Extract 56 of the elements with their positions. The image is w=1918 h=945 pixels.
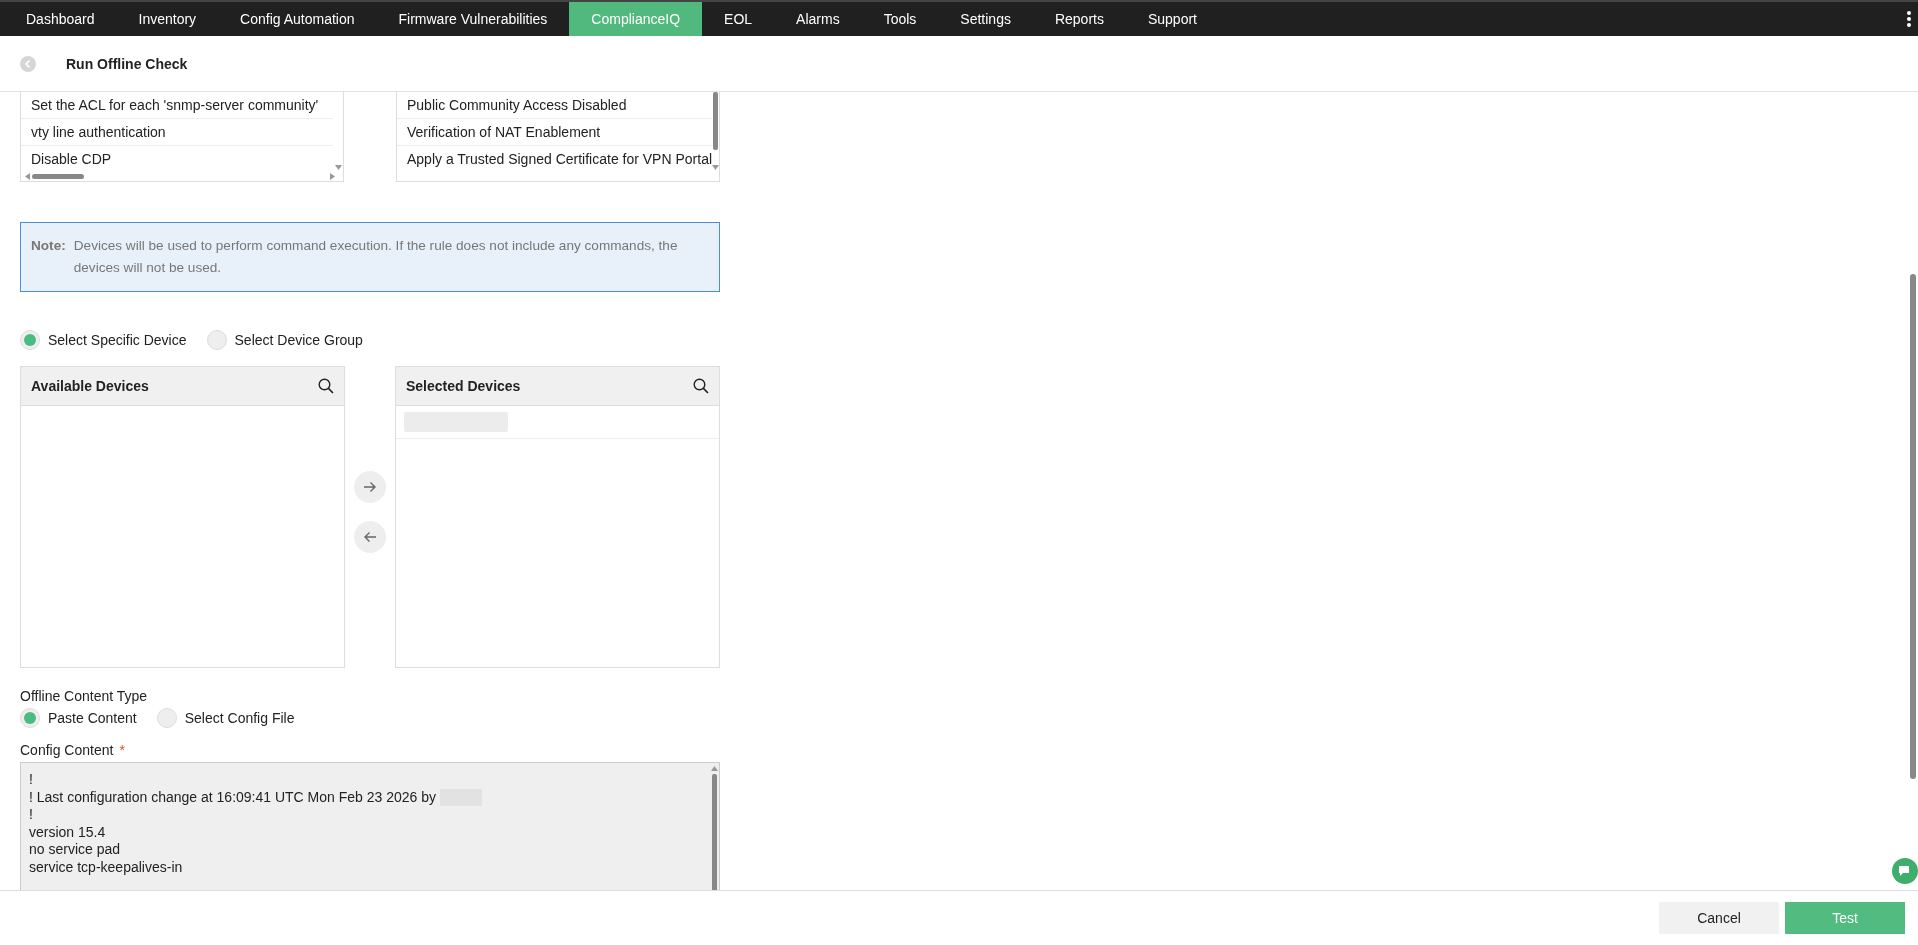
nav-tab[interactable]: Support [1125, 2, 1219, 36]
nav-tab[interactable]: EOL [702, 2, 775, 36]
required-asterisk: * [119, 742, 125, 758]
back-button[interactable] [20, 55, 36, 72]
move-right-button[interactable] [354, 471, 386, 503]
rule-list-item[interactable]: Verification of NAT Enablement [397, 119, 713, 146]
nav-tab[interactable]: Config Automation [218, 2, 377, 36]
config-line: service tcp-keepalives-in [29, 858, 183, 876]
scroll-right-icon [330, 173, 335, 180]
nav-tab[interactable]: Inventory [116, 2, 219, 36]
nav-tab[interactable]: Alarms [774, 2, 862, 36]
rule-list-item[interactable]: Apply a Trusted Signed Certificate for VPN Portal [397, 146, 713, 172]
config-text-area[interactable]: ! ! Last configuration change at 16:09:41 UTC Mon Feb 23 2026 by ! version 15.4 no service pad service tcp-keepalives-in [20, 762, 720, 890]
config-line: ! [29, 806, 33, 824]
scroll-down-icon [334, 165, 342, 170]
config-line: version 15.4 [29, 823, 106, 841]
vertical-scrollbar[interactable] [709, 763, 719, 890]
arrow-left-icon [363, 531, 377, 543]
nav-tab[interactable]: Tools [861, 2, 939, 36]
radio-button[interactable] [20, 330, 40, 350]
search-icon[interactable] [318, 378, 334, 394]
vertical-scrollbar[interactable] [712, 92, 720, 172]
field-label: Config Content [20, 742, 114, 758]
radio-label[interactable]: Select Device Group [234, 332, 363, 348]
radio-label[interactable]: Select Config File [184, 710, 295, 726]
more-menu-icon[interactable] [1906, 10, 1912, 28]
move-left-button[interactable] [354, 521, 386, 553]
rule-list-item[interactable]: vty line authentication [21, 119, 333, 146]
scroll-left-icon [25, 173, 30, 180]
rule-list-item[interactable]: Disable CDP [21, 146, 333, 172]
panel-title: Available Devices [31, 378, 149, 394]
chat-icon[interactable] [1892, 858, 1918, 884]
config-line: ! [29, 771, 33, 789]
field-label: Offline Content Type [20, 688, 149, 704]
nav-tab[interactable]: Dashboard [4, 2, 117, 36]
cancel-button[interactable]: Cancel [1659, 902, 1779, 934]
arrow-right-icon [363, 481, 377, 493]
radio-button[interactable] [156, 708, 177, 728]
radio-label[interactable]: Paste Content [48, 710, 137, 726]
config-line: no service pad [29, 841, 121, 859]
rule-list-item[interactable]: Set the ACL for each 'snmp-server community' [21, 92, 333, 119]
radio-button[interactable] [20, 708, 40, 728]
radio-button[interactable] [206, 330, 227, 350]
page-title: Run Offline Check [66, 55, 188, 72]
nav-tab[interactable]: Firmware Vulnerabilities [376, 2, 570, 36]
panel-title: Selected Devices [406, 378, 521, 394]
config-line: ! Last configuration change at 16:09:41 UTC Mon Feb 23 2026 by [29, 788, 437, 806]
nav-tab[interactable]: Settings [938, 2, 1033, 36]
scroll-down-icon [712, 165, 720, 170]
nav-tab[interactable]: Reports [1032, 2, 1126, 36]
note-label: Note: [31, 237, 66, 255]
scroll-up-icon [710, 766, 718, 771]
search-icon[interactable] [693, 378, 709, 394]
rule-list-item[interactable]: Public Community Access Disabled [397, 92, 713, 119]
radio-label[interactable]: Select Specific Device [48, 332, 187, 348]
note-text: Devices will be used to perform command execution. If the rule does not include any commands, the devices will not be used. [73, 237, 679, 277]
